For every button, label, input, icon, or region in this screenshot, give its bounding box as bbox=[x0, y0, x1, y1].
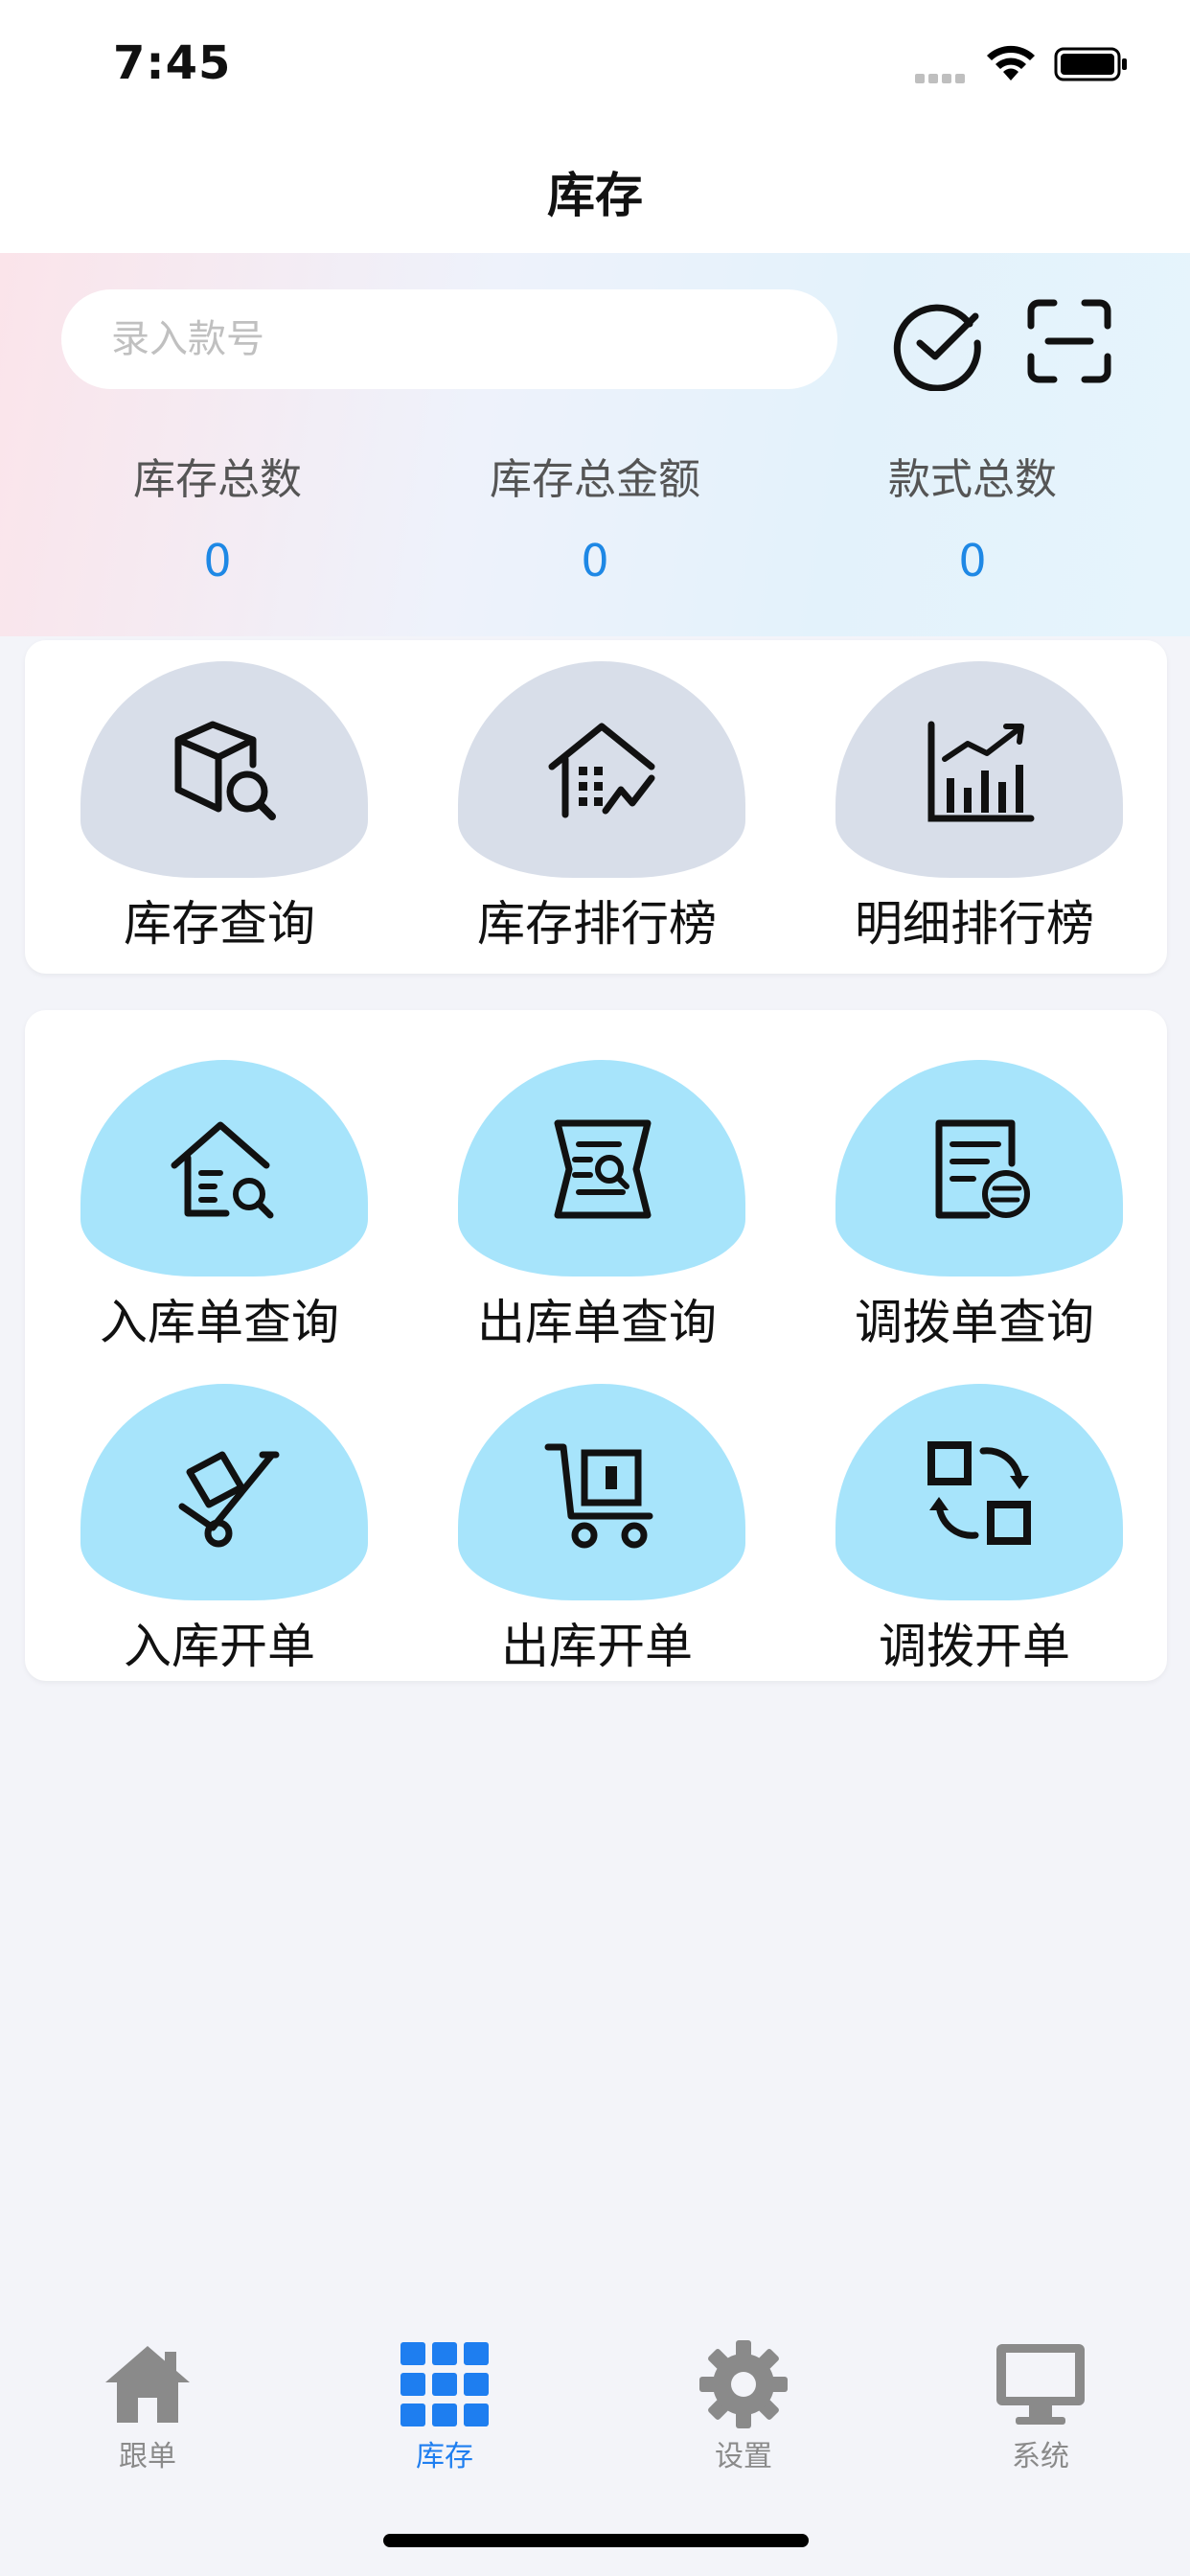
building-chart-icon bbox=[548, 723, 655, 818]
tab-label: 系统 bbox=[1012, 2440, 1069, 2473]
status-bar: 7:45 bbox=[0, 0, 1190, 126]
stat-label: 款式总数 bbox=[888, 455, 1057, 504]
document-search-icon bbox=[554, 1119, 652, 1219]
stat-total-styles: 款式总数 0 bbox=[784, 445, 1161, 586]
tile-label: 库存排行榜 bbox=[477, 896, 717, 952]
stat-value: 0 bbox=[581, 535, 609, 586]
navigation-bar: 库存 bbox=[0, 126, 1190, 253]
stat-total-amount: 库存总金额 0 bbox=[406, 445, 784, 586]
tab-system[interactable]: 系统 bbox=[945, 2338, 1136, 2482]
check-circle-icon[interactable] bbox=[891, 295, 987, 391]
tab-inventory[interactable]: 库存 bbox=[349, 2338, 540, 2482]
box-search-icon bbox=[174, 721, 276, 820]
inventory-header: 库存总数 0 库存总金额 0 款式总数 0 bbox=[0, 253, 1190, 636]
tile-icon-bg bbox=[835, 661, 1123, 878]
home-indicator[interactable] bbox=[383, 2534, 809, 2547]
grid-icon bbox=[400, 2342, 489, 2426]
tile-icon-bg bbox=[458, 1384, 745, 1600]
tile-label: 入库开单 bbox=[124, 1619, 315, 1674]
tile-icon-bg bbox=[458, 661, 745, 878]
swap-icon bbox=[927, 1441, 1031, 1545]
cellular-signal-icon bbox=[915, 69, 971, 83]
home-icon bbox=[105, 2346, 190, 2423]
tile-label: 明细排行榜 bbox=[855, 896, 1094, 952]
house-search-icon bbox=[171, 1121, 274, 1219]
stat-label: 库存总数 bbox=[133, 455, 302, 504]
tile-icon-bg bbox=[80, 1060, 368, 1276]
stat-value: 0 bbox=[203, 535, 232, 586]
tile-icon-bg bbox=[835, 1384, 1123, 1600]
tab-label: 库存 bbox=[416, 2440, 473, 2473]
hand-truck-icon bbox=[178, 1451, 280, 1548]
tile-label: 调拨开单 bbox=[879, 1619, 1070, 1674]
style-number-input[interactable] bbox=[111, 289, 801, 389]
bar-chart-icon bbox=[927, 721, 1035, 822]
create-transfer-order-tile[interactable]: 调拨开单 bbox=[786, 1363, 1163, 1674]
inventory-stats: 库存总数 0 库存总金额 0 款式总数 0 bbox=[0, 445, 1190, 586]
gear-icon bbox=[699, 2340, 788, 2428]
monitor-icon bbox=[996, 2344, 1085, 2425]
outbound-order-query-tile[interactable]: 出库单查询 bbox=[408, 1039, 786, 1350]
inventory-ranking-tile[interactable]: 库存排行榜 bbox=[408, 640, 786, 952]
tab-label: 设置 bbox=[715, 2440, 772, 2473]
page-title: 库存 bbox=[547, 168, 643, 223]
reports-card: 库存查询 库存排行榜 明细排行榜 bbox=[25, 640, 1167, 974]
stat-total-quantity: 库存总数 0 bbox=[29, 445, 406, 586]
cart-icon bbox=[544, 1443, 653, 1549]
orders-card: 入库单查询 出库单查询 调拨单查询 入库开单 出库开单 调拨开单 bbox=[25, 1010, 1167, 1681]
tab-settings[interactable]: 设置 bbox=[648, 2338, 839, 2482]
detail-ranking-tile[interactable]: 明细排行榜 bbox=[786, 640, 1163, 952]
inventory-query-tile[interactable]: 库存查询 bbox=[31, 640, 408, 952]
transfer-order-query-tile[interactable]: 调拨单查询 bbox=[786, 1039, 1163, 1350]
inbound-order-query-tile[interactable]: 入库单查询 bbox=[31, 1039, 408, 1350]
tile-label: 入库单查询 bbox=[100, 1295, 339, 1350]
tile-icon-bg bbox=[80, 1384, 368, 1600]
tile-icon-bg bbox=[80, 661, 368, 878]
tile-icon-bg bbox=[458, 1060, 745, 1276]
tile-label: 调拨单查询 bbox=[855, 1295, 1094, 1350]
battery-icon bbox=[1054, 47, 1127, 81]
document-transfer-icon bbox=[935, 1119, 1030, 1219]
scan-icon[interactable] bbox=[1025, 297, 1113, 385]
tile-icon-bg bbox=[835, 1060, 1123, 1276]
tile-label: 库存查询 bbox=[124, 896, 315, 952]
tile-label: 出库开单 bbox=[501, 1619, 693, 1674]
wifi-icon bbox=[987, 45, 1035, 80]
create-inbound-order-tile[interactable]: 入库开单 bbox=[31, 1363, 408, 1674]
stat-value: 0 bbox=[958, 535, 987, 586]
tab-label: 跟单 bbox=[119, 2440, 176, 2473]
inventory-screen: 7:45 库存 录入款号 库存总数 0 库存总金额 0 款式总数 0 库存查询 … bbox=[0, 0, 1190, 2576]
status-time: 7:45 bbox=[113, 36, 232, 90]
create-outbound-order-tile[interactable]: 出库开单 bbox=[408, 1363, 786, 1674]
tile-label: 出库单查询 bbox=[477, 1295, 717, 1350]
search-box bbox=[61, 289, 837, 389]
stat-label: 库存总金额 bbox=[490, 455, 700, 504]
tab-follow-orders[interactable]: 跟单 bbox=[52, 2338, 243, 2482]
